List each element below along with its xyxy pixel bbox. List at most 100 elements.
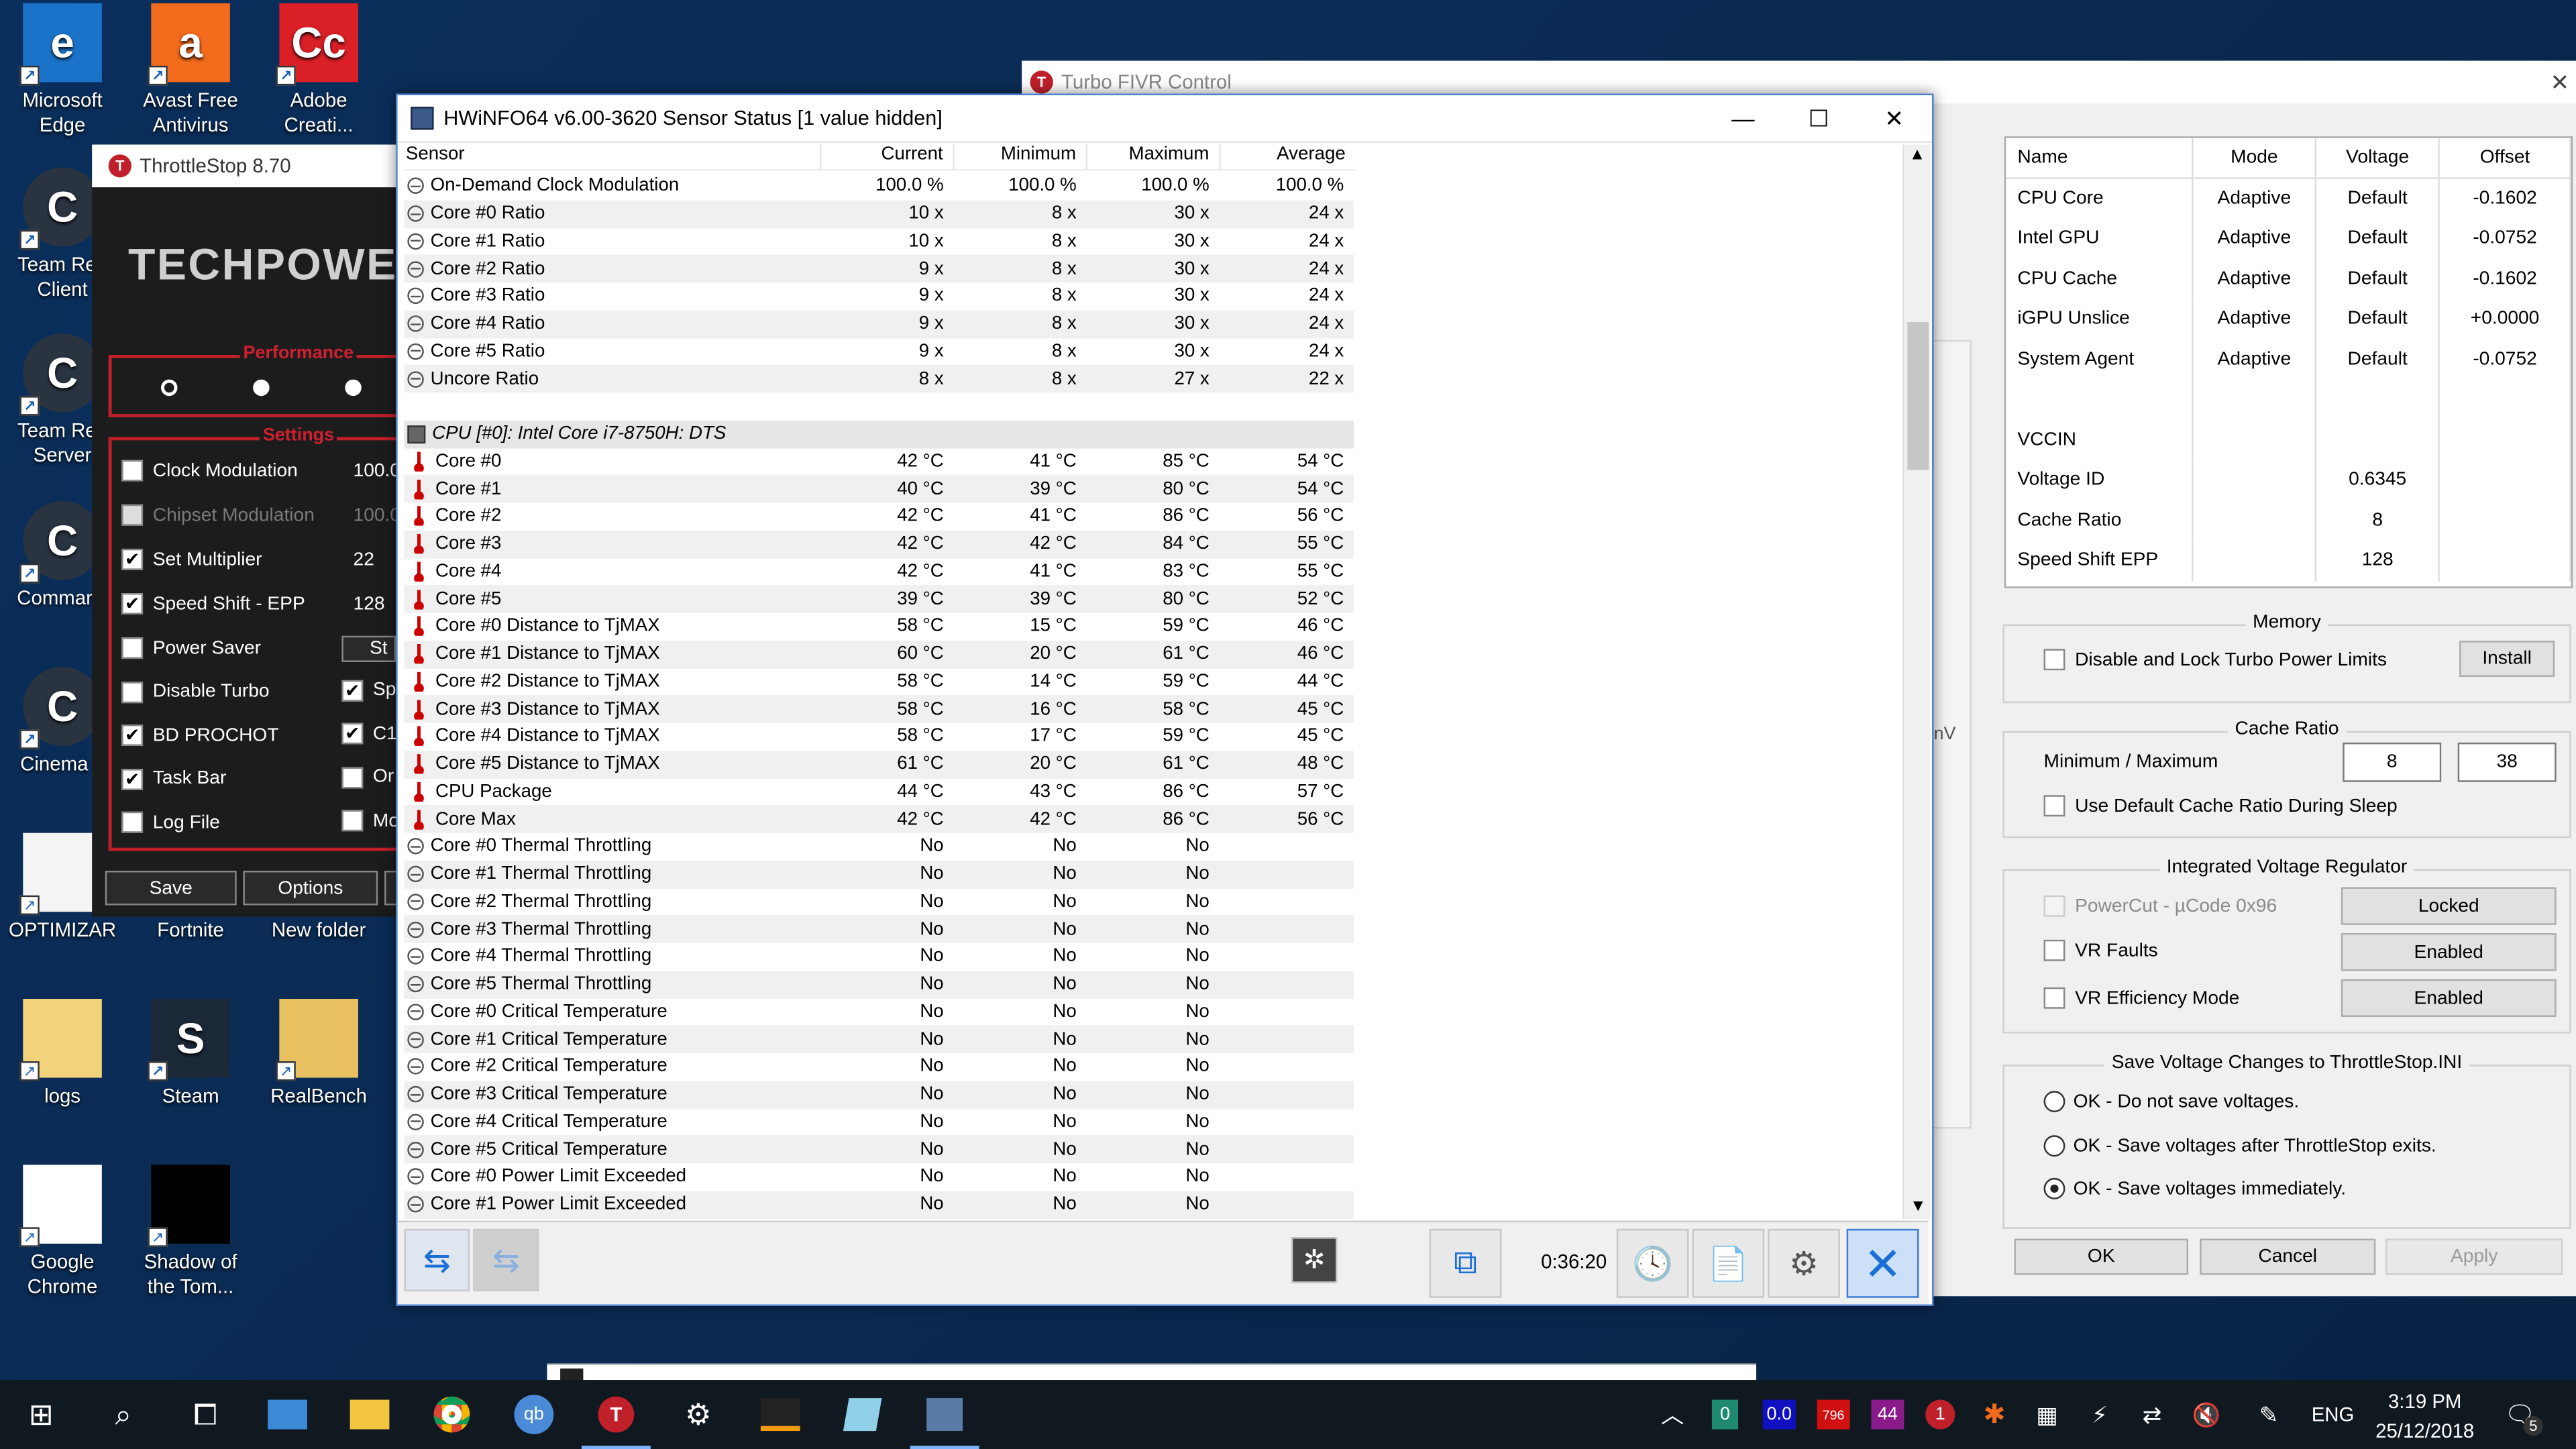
radio-do-not-save[interactable]: OK - Do not save voltages.	[2043, 1091, 2299, 1112]
notes-app-icon[interactable]	[822, 1380, 904, 1449]
table-row[interactable]: Core #1 Distance to TjMAX 60 °C 20 °C 61 °C…	[404, 640, 1902, 668]
table-row[interactable]: Core #4 Critical Temperature No No No	[404, 1108, 1902, 1136]
profile-radio-2[interactable]	[253, 379, 270, 396]
ts-option-row[interactable]: Disable Turbo	[121, 681, 270, 702]
settings-icon[interactable]: ⚙	[657, 1380, 739, 1449]
desktop-icon[interactable]: a ↗ Avast Free Antivirus	[128, 3, 253, 138]
desktop-icon[interactable]: ↗ logs	[0, 998, 125, 1109]
use-default-cache-checkbox[interactable]: Use Default Cache Ratio During Sleep	[2043, 795, 2398, 817]
table-row[interactable]: Core #5 Critical Temperature No No No	[404, 1135, 1902, 1163]
checkbox-checked-icon[interactable]: ✔	[121, 548, 144, 570]
fivr-table-row[interactable]: VCCIN	[2006, 419, 2571, 460]
table-row[interactable]: Core #3 Thermal Throttling No No No	[404, 915, 1902, 943]
ts-side-option[interactable]: ✔ C1	[341, 722, 397, 745]
chrome-icon[interactable]	[411, 1380, 492, 1449]
desktop-icon[interactable]: ↗ Shadow of the Tom...	[128, 1165, 253, 1299]
fivr-table-row[interactable]: iGPU Unslice Adaptive Default +0.0000	[2006, 299, 2571, 339]
ts-option-row[interactable]: Power Saver	[121, 637, 261, 659]
tray-device-icon[interactable]: ▦	[2031, 1397, 2063, 1433]
search-icon[interactable]: ⌕	[82, 1380, 164, 1449]
hwinfo-taskbar-icon[interactable]	[904, 1380, 985, 1449]
avast-tray-icon[interactable]: ✱	[1978, 1397, 2011, 1433]
locked-button[interactable]: Locked	[2341, 887, 2557, 925]
cache-min-input[interactable]: 8	[2343, 742, 2442, 782]
throttlestop-taskbar-icon[interactable]: T	[575, 1380, 657, 1449]
ts-side-option[interactable]: ✔ Sp	[341, 679, 396, 701]
cancel-button[interactable]: Cancel	[2200, 1238, 2376, 1275]
ts-option-row[interactable]: ✔ Speed Shift - EPP 128	[121, 593, 385, 614]
table-row[interactable]: Core #1 Critical Temperature No No No	[404, 1025, 1902, 1053]
nav-arrows-alt-icon[interactable]: ⇆	[473, 1228, 539, 1291]
checkbox-checked-icon[interactable]: ✔	[341, 679, 364, 701]
desktop-icon[interactable]: Cc ↗ Adobe Creati...	[256, 3, 381, 138]
hwinfo-titlebar[interactable]: HWiNFO64 v6.00-3620 Sensor Status [1 val…	[397, 95, 1933, 144]
table-row[interactable]: Core #0 42 °C 41 °C 85 °C 54 °C	[404, 447, 1902, 475]
minimize-button[interactable]: —	[1705, 95, 1781, 142]
scroll-down-icon[interactable]: ▼	[1904, 1196, 1932, 1219]
install-button[interactable]: Install	[2459, 641, 2555, 677]
table-row[interactable]: Core #1 Power Limit Exceeded No No No	[404, 1190, 1902, 1218]
table-row[interactable]: Core #5 Ratio 9 x 8 x 30 x 24 x	[404, 337, 1902, 365]
table-row[interactable]: Core #0 Thermal Throttling No No No	[404, 833, 1902, 861]
checkbox-icon[interactable]	[121, 637, 144, 659]
ok-button[interactable]: OK	[2014, 1238, 2189, 1275]
table-row[interactable]: Core #0 Power Limit Exceeded No No No	[404, 1163, 1902, 1191]
table-row[interactable]: Core #2 Ratio 9 x 8 x 30 x 24 x	[404, 255, 1902, 283]
ts-option-row[interactable]: ✔ BD PROCHOT	[121, 724, 279, 746]
vr-efficiency-checkbox[interactable]: VR Efficiency Mode	[2043, 987, 2239, 1009]
table-row[interactable]: Core #0 Distance to TjMAX 58 °C 15 °C 59 °C…	[404, 612, 1902, 640]
table-row[interactable]: Core #1 40 °C 39 °C 80 °C 54 °C	[404, 475, 1902, 503]
col-minimum[interactable]: Minimum	[955, 144, 1088, 170]
pen-icon[interactable]: ✎	[2251, 1397, 2287, 1433]
table-row[interactable]: Core #2 Critical Temperature No No No	[404, 1053, 1902, 1081]
tray-monitor-2[interactable]: 0.0	[1762, 1399, 1796, 1430]
checkbox-icon[interactable]	[121, 460, 144, 482]
checkbox-checked-icon[interactable]: ✔	[121, 724, 144, 746]
ts-option-row[interactable]: Log File	[121, 811, 220, 833]
ts-option-row[interactable]: Chipset Modulation 100.0	[121, 504, 400, 526]
profile-radio-3[interactable]	[345, 379, 362, 396]
fivr-table-row[interactable]: CPU Cache Adaptive Default -0.1602	[2006, 258, 2571, 299]
checkbox-checked-icon[interactable]: ✔	[341, 722, 364, 745]
radio-save-immediately[interactable]: OK - Save voltages immediately.	[2043, 1177, 2346, 1199]
task-view-icon[interactable]: ⧠	[164, 1380, 246, 1449]
checkbox-checked-icon[interactable]: ✔	[121, 593, 144, 614]
fivr-table-row[interactable]: System Agent Adaptive Default -0.0752	[2006, 339, 2571, 380]
vr-faults-checkbox[interactable]: VR Faults	[2043, 939, 2158, 961]
col-sensor[interactable]: Sensor	[404, 144, 822, 170]
col-average[interactable]: Average	[1221, 145, 1356, 170]
tray-monitor-4[interactable]: 44	[1871, 1399, 1904, 1430]
col-maximum[interactable]: Maximum	[1087, 144, 1221, 170]
desktop-icon[interactable]: S ↗ Steam	[128, 998, 253, 1109]
table-row[interactable]: Core #5 Thermal Throttling No No No	[404, 970, 1902, 998]
add-report-icon[interactable]: 📄	[1692, 1228, 1765, 1298]
fivr-table-row[interactable]	[2006, 379, 2571, 420]
table-row[interactable]: Core #3 Critical Temperature No No No	[404, 1080, 1902, 1108]
vr-efficiency-enabled-button[interactable]: Enabled	[2341, 979, 2557, 1017]
table-row[interactable]: Core #2 Distance to TjMAX 58 °C 14 °C 59 °C…	[404, 668, 1902, 696]
radio-save-after-exit[interactable]: OK - Save voltages after ThrottleStop ex…	[2043, 1135, 2436, 1157]
cache-max-input[interactable]: 38	[2457, 742, 2557, 782]
checkbox-icon[interactable]	[341, 766, 364, 788]
checkbox-icon[interactable]	[121, 811, 144, 833]
apply-button[interactable]: Apply	[2385, 1238, 2563, 1275]
battery-icon[interactable]	[2136, 1397, 2169, 1433]
save-button[interactable]: Save	[105, 870, 237, 906]
ts-option-row[interactable]: ✔ Set Multiplier 22	[121, 548, 374, 570]
vr-faults-enabled-button[interactable]: Enabled	[2341, 933, 2557, 971]
desktop-icon[interactable]: ↗ Google Chrome	[0, 1165, 125, 1299]
table-row[interactable]: Core #3 Distance to TjMAX 58 °C 16 °C 58 °C…	[404, 695, 1902, 723]
table-row[interactable]: Core #4 42 °C 41 °C 83 °C 55 °C	[404, 557, 1902, 585]
nav-arrows-icon[interactable]: ⇆	[404, 1228, 470, 1291]
table-row[interactable]: Core #1 Thermal Throttling No No No	[404, 860, 1902, 888]
scrollbar-thumb[interactable]	[1907, 322, 1929, 470]
options-button[interactable]: Options	[243, 870, 378, 906]
table-row[interactable]: Core #4 Thermal Throttling No No No	[404, 943, 1902, 971]
profile-radio-1[interactable]	[161, 379, 178, 396]
close-x-icon[interactable]: ✕	[1846, 1228, 1919, 1298]
tray-throttlestop-icon[interactable]: 1	[1925, 1399, 1955, 1430]
qbittorrent-icon[interactable]: qb	[493, 1380, 575, 1449]
fivr-table-row[interactable]: Speed Shift EPP 128	[2006, 540, 2571, 581]
clock-date[interactable]: 25/12/2018	[2366, 1416, 2484, 1444]
table-row[interactable]: Core #1 Ratio 10 x 8 x 30 x 24 x	[404, 227, 1902, 255]
